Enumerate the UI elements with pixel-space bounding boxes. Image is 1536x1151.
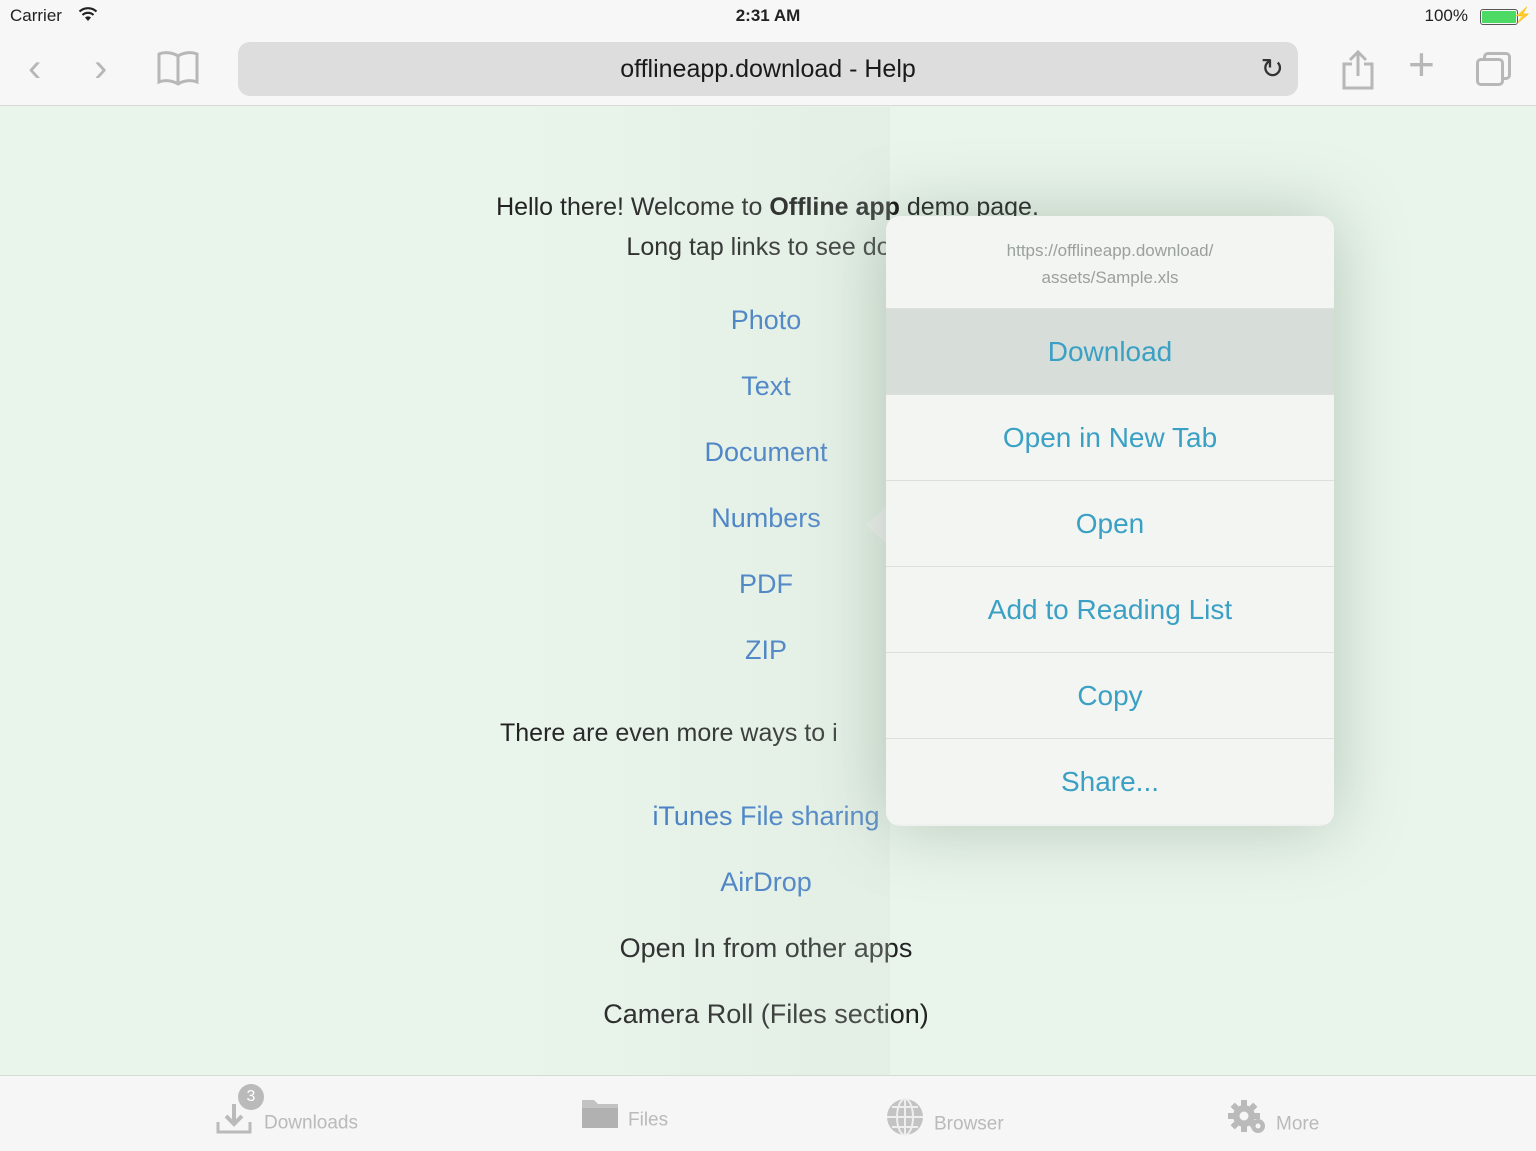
tab-browser[interactable]: Browser	[884, 1096, 1004, 1136]
address-text: offlineapp.download - Help	[620, 55, 916, 83]
downloads-badge: 3	[238, 1084, 264, 1110]
gear-icon	[1226, 1096, 1268, 1151]
share-icon[interactable]	[1340, 49, 1376, 97]
address-bar[interactable]: offlineapp.download - Help ↻	[238, 42, 1298, 96]
charging-icon: ⚡	[1513, 7, 1532, 24]
menu-download[interactable]: Download	[886, 308, 1334, 394]
menu-open[interactable]: Open	[886, 480, 1334, 566]
camera-roll-text: Camera Roll (Files section)	[603, 999, 929, 1029]
app-name: Offline app	[769, 193, 900, 221]
menu-share[interactable]: Share...	[886, 738, 1334, 824]
popover-url: https://offlineapp.download/ assets/Samp…	[886, 216, 1334, 308]
new-tab-icon[interactable]: +	[1408, 41, 1435, 87]
browser-toolbar: ‹ › offlineapp.download - Help ↻ +	[0, 32, 1536, 106]
status-bar: Carrier 2:31 AM 100% ⚡	[0, 0, 1536, 32]
open-in-text: Open In from other apps	[619, 933, 913, 963]
forward-icon[interactable]: ›	[94, 48, 107, 88]
link-context-menu: https://offlineapp.download/ assets/Samp…	[886, 216, 1334, 826]
menu-copy[interactable]: Copy	[886, 652, 1334, 738]
popover-arrow	[866, 505, 888, 545]
globe-icon	[884, 1096, 926, 1151]
link-airdrop[interactable]: AirDrop	[566, 867, 966, 898]
menu-add-to-reading-list[interactable]: Add to Reading List	[886, 566, 1334, 652]
battery-icon	[1480, 9, 1518, 25]
tab-downloads[interactable]: 3 Downloads	[214, 1084, 358, 1136]
back-icon[interactable]: ‹	[28, 48, 41, 88]
menu-open-in-new-tab[interactable]: Open in New Tab	[886, 394, 1334, 480]
tab-files[interactable]: Files	[580, 1096, 668, 1136]
tabs-icon[interactable]	[1476, 52, 1514, 88]
battery-percent: 100%	[1424, 6, 1468, 25]
reload-icon[interactable]: ↻	[1261, 42, 1284, 96]
tab-more[interactable]: More	[1226, 1096, 1319, 1136]
folder-icon	[580, 1096, 620, 1145]
more-ways-text: There are even more ways to i	[500, 719, 838, 747]
clock: 2:31 AM	[735, 6, 801, 25]
tab-files-label: Files	[628, 1109, 669, 1131]
tab-browser-label: Browser	[934, 1113, 1004, 1135]
tab-more-label: More	[1276, 1113, 1320, 1135]
tab-downloads-label: Downloads	[264, 1112, 358, 1134]
bookmarks-icon[interactable]	[156, 50, 200, 93]
download-icon: 3	[214, 1084, 264, 1151]
tab-bar: 3 Downloads Files Browser More	[0, 1075, 1536, 1151]
